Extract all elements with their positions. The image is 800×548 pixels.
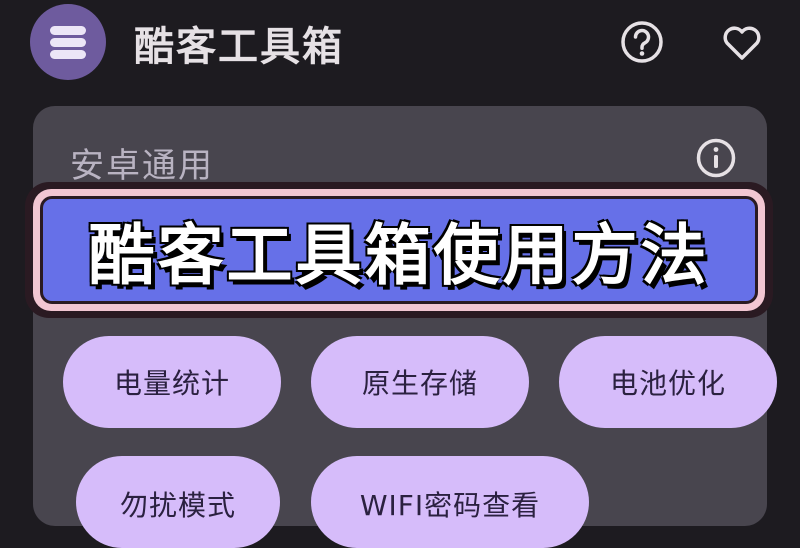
banner-title: 酷客工具箱使用方法	[88, 217, 710, 294]
info-circle-icon	[696, 138, 736, 178]
chip-battery-optimization[interactable]: 电池优化	[559, 336, 777, 428]
heart-outline-icon	[723, 26, 761, 60]
app-bar: 酷客工具箱	[0, 0, 800, 86]
chip-do-not-disturb[interactable]: 勿扰模式	[76, 456, 280, 548]
chip-battery-stats[interactable]: 电量统计	[63, 336, 281, 428]
chip-native-storage[interactable]: 原生存储	[311, 336, 529, 428]
favorite-button[interactable]	[718, 18, 766, 66]
help-button[interactable]	[618, 18, 666, 66]
help-circle-icon	[621, 21, 663, 63]
info-button[interactable]	[694, 136, 738, 180]
app-title: 酷客工具箱	[134, 24, 344, 70]
app-logo-icon	[30, 4, 106, 80]
section-title: 安卓通用	[70, 146, 214, 186]
tutorial-banner: 酷客工具箱使用方法	[25, 182, 773, 318]
chip-wifi-password[interactable]: WIFI密码查看	[311, 456, 589, 548]
